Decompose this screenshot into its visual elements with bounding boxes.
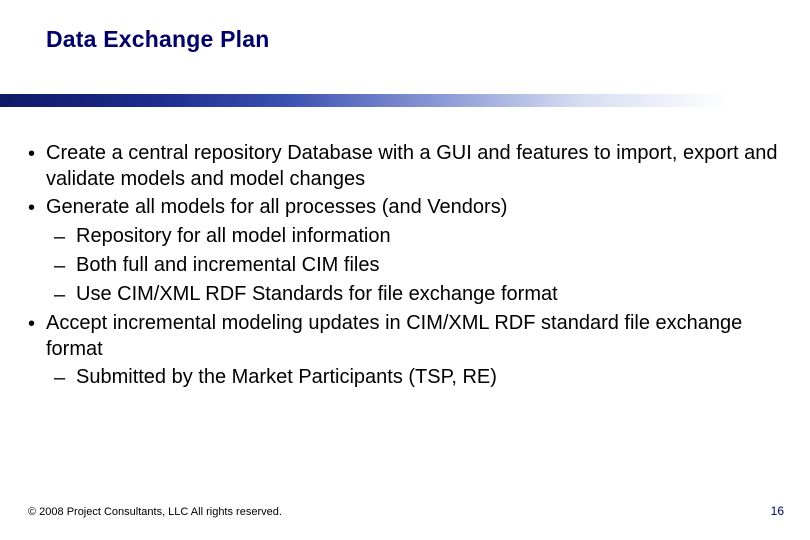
- bullet-mark: –: [54, 364, 76, 391]
- bullet-mark: •: [28, 310, 46, 337]
- slide-footer: © 2008 Project Consultants, LLC All righ…: [28, 504, 788, 518]
- title-region: Data Exchange Plan: [46, 26, 269, 53]
- bullet-level2: – Both full and incremental CIM files: [28, 252, 788, 279]
- bullet-level1: • Create a central repository Database w…: [28, 140, 788, 192]
- bullet-text: Accept incremental modeling updates in C…: [46, 310, 788, 362]
- bullet-text: Submitted by the Market Participants (TS…: [76, 364, 788, 390]
- bullet-level2: – Use CIM/XML RDF Standards for file exc…: [28, 281, 788, 308]
- bullet-level2: – Submitted by the Market Participants (…: [28, 364, 788, 391]
- header-gradient-bar: [0, 94, 810, 107]
- bullet-mark: –: [54, 223, 76, 250]
- bullet-text: Generate all models for all processes (a…: [46, 194, 788, 220]
- copyright-text: © 2008 Project Consultants, LLC All righ…: [28, 506, 282, 518]
- bullet-text: Both full and incremental CIM files: [76, 252, 788, 278]
- bullet-text: Use CIM/XML RDF Standards for file excha…: [76, 281, 788, 307]
- slide-content: • Create a central repository Database w…: [28, 140, 788, 393]
- bullet-mark: •: [28, 140, 46, 167]
- bullet-mark: –: [54, 281, 76, 308]
- slide-title: Data Exchange Plan: [46, 26, 269, 53]
- slide: Data Exchange Plan • Create a central re…: [0, 0, 810, 540]
- bullet-mark: –: [54, 252, 76, 279]
- bullet-level2: – Repository for all model information: [28, 223, 788, 250]
- bullet-level1: • Generate all models for all processes …: [28, 194, 788, 221]
- page-number: 16: [771, 504, 788, 518]
- bullet-text: Create a central repository Database wit…: [46, 140, 788, 192]
- bullet-text: Repository for all model information: [76, 223, 788, 249]
- bullet-mark: •: [28, 194, 46, 221]
- bullet-level1: • Accept incremental modeling updates in…: [28, 310, 788, 362]
